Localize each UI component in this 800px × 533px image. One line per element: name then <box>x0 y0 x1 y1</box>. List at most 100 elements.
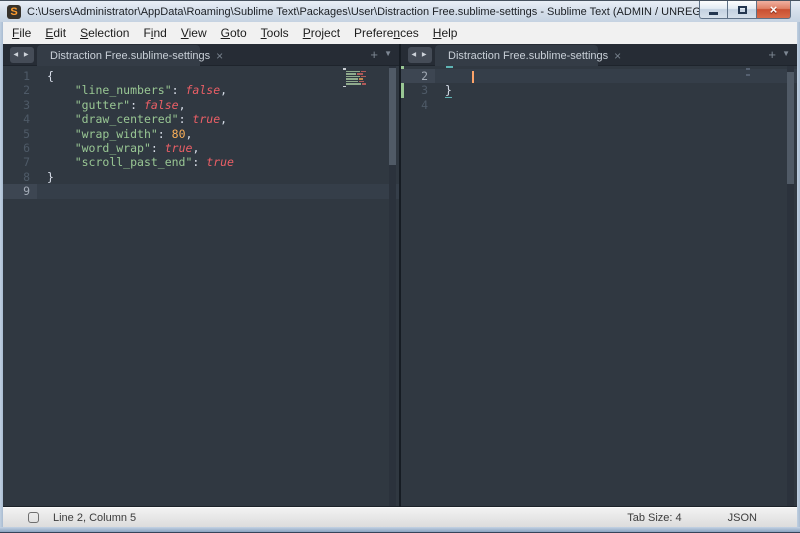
status-bar: Line 2, Column 5 Tab Size: 4 JSON <box>3 507 797 527</box>
tab-overflow-icon[interactable]: ▼ <box>384 49 392 58</box>
minimap-row <box>343 83 366 85</box>
window-title: C:\Users\Administrator\AppData\Roaming\S… <box>27 6 752 18</box>
line-number: 4 <box>3 112 37 126</box>
code-text[interactable] <box>435 98 445 112</box>
left-pane: ◀ ▶ Distraction Free.sublime-settings × … <box>3 44 399 507</box>
tab-prev-icon: ◀ <box>14 52 21 58</box>
tab-label: Distraction Free.sublime-settings <box>50 50 210 62</box>
minimap-mark <box>746 68 750 70</box>
title-bar: S C:\Users\Administrator\AppData\Roaming… <box>0 0 800 22</box>
close-button[interactable]: × <box>756 1 791 19</box>
minimap[interactable] <box>343 68 366 89</box>
line-number: 3 <box>3 98 37 112</box>
menu-project[interactable]: Project <box>296 23 347 43</box>
new-tab-icon[interactable]: + <box>768 47 776 62</box>
minimap-mark <box>746 74 750 76</box>
code-text[interactable] <box>435 69 474 83</box>
panel-switcher-icon[interactable] <box>28 512 39 523</box>
minimap[interactable] <box>746 68 750 80</box>
minimap-row <box>343 76 366 78</box>
syntax-indicator[interactable]: JSON <box>728 512 757 524</box>
code-line-6: 6 "word_wrap": true, <box>3 141 399 155</box>
code-text[interactable] <box>37 184 47 198</box>
tab-distraction-free-settings[interactable]: Distraction Free.sublime-settings × <box>435 45 598 66</box>
menu-view[interactable]: View <box>174 23 214 43</box>
right-pane: ◀ ▶ Distraction Free.sublime-settings × … <box>401 44 797 507</box>
menu-bar: FileEditSelectionFindViewGotoToolsProjec… <box>3 22 797 44</box>
line-number: 9 <box>3 184 37 198</box>
minimize-button[interactable] <box>699 1 728 19</box>
code-line-2: 2 <box>401 69 797 83</box>
code-line-2: 2 "line_numbers": false, <box>3 83 399 97</box>
code-line-8: 8} <box>3 170 399 184</box>
minimap-row <box>343 73 366 75</box>
text-cursor <box>472 71 474 83</box>
menu-preferences[interactable]: Preferences <box>347 23 426 43</box>
left-tab-bar: ◀ ▶ Distraction Free.sublime-settings × … <box>3 44 399 66</box>
code-line-4: 4 "draw_centered": true, <box>3 112 399 126</box>
minimap-row <box>343 71 366 73</box>
left-editor[interactable]: 1{2 "line_numbers": false,3 "gutter": fa… <box>3 66 399 506</box>
tab-scroll-arrows[interactable]: ◀ ▶ <box>10 47 34 63</box>
line-number: 2 <box>401 69 435 83</box>
new-tab-icon[interactable]: + <box>370 47 378 62</box>
window-frame-left <box>0 22 3 527</box>
code-line-5: 5 "wrap_width": 80, <box>3 127 399 141</box>
minimize-icon <box>709 12 718 15</box>
line-number: 7 <box>3 155 37 169</box>
code-text[interactable]: "line_numbers": false, <box>37 83 227 97</box>
right-editor[interactable]: 2 3}4 <box>401 66 797 506</box>
menu-tools[interactable]: Tools <box>254 23 296 43</box>
menu-selection[interactable]: Selection <box>73 23 136 43</box>
sublime-text-window: S C:\Users\Administrator\AppData\Roaming… <box>0 0 800 533</box>
bracket-match-underline <box>446 66 453 68</box>
code-line-1: 1{ <box>3 69 399 83</box>
tab-next-icon: ▶ <box>24 52 31 58</box>
right-tab-bar: ◀ ▶ Distraction Free.sublime-settings × … <box>401 44 797 66</box>
code-text[interactable]: "word_wrap": true, <box>37 141 199 155</box>
maximize-icon <box>738 6 747 14</box>
menu-edit[interactable]: Edit <box>38 23 73 43</box>
minimap-row <box>343 81 366 83</box>
tab-distraction-free-settings[interactable]: Distraction Free.sublime-settings × <box>37 45 200 66</box>
scrollbar-thumb[interactable] <box>389 68 396 165</box>
minimap-row <box>343 78 366 80</box>
code-text[interactable]: "gutter": false, <box>37 98 186 112</box>
code-text[interactable]: } <box>37 170 54 184</box>
line-number: 6 <box>3 141 37 155</box>
cursor-position-label: Line 2, Column 5 <box>53 512 627 524</box>
editor-split-view: ◀ ▶ Distraction Free.sublime-settings × … <box>3 44 797 507</box>
minimap-row <box>343 68 366 70</box>
line-number: 2 <box>3 83 37 97</box>
tab-close-icon[interactable]: × <box>216 51 223 61</box>
code-line-3: 3 "gutter": false, <box>3 98 399 112</box>
line-number: 5 <box>3 127 37 141</box>
sublime-logo-icon: S <box>7 5 21 19</box>
tab-close-icon[interactable]: × <box>614 51 621 61</box>
menu-help[interactable]: Help <box>426 23 465 43</box>
code-line-9: 9 <box>3 184 399 198</box>
window-controls: × <box>699 1 791 19</box>
code-text[interactable]: "draw_centered": true, <box>37 112 227 126</box>
menu-file[interactable]: File <box>5 23 38 43</box>
code-text[interactable]: } <box>435 83 452 97</box>
line-number: 8 <box>3 170 37 184</box>
scrollbar-thumb[interactable] <box>787 72 794 184</box>
menu-find[interactable]: Find <box>136 23 173 43</box>
code-text[interactable]: "wrap_width": 80, <box>37 127 192 141</box>
minimap-row <box>343 86 366 88</box>
close-icon: × <box>770 2 778 17</box>
tab-size-indicator[interactable]: Tab Size: 4 <box>627 512 681 524</box>
tab-label: Distraction Free.sublime-settings <box>448 50 608 62</box>
code-text[interactable]: { <box>37 69 54 83</box>
line-number: 3 <box>401 83 435 97</box>
code-text[interactable]: "scroll_past_end": true <box>37 155 234 169</box>
maximize-button[interactable] <box>728 1 756 19</box>
tab-next-icon: ▶ <box>422 52 429 58</box>
code-line-4: 4 <box>401 98 797 112</box>
menu-goto[interactable]: Goto <box>214 23 254 43</box>
tab-prev-icon: ◀ <box>412 52 419 58</box>
tab-scroll-arrows[interactable]: ◀ ▶ <box>408 47 432 63</box>
code-line-3: 3} <box>401 83 797 97</box>
tab-overflow-icon[interactable]: ▼ <box>782 49 790 58</box>
